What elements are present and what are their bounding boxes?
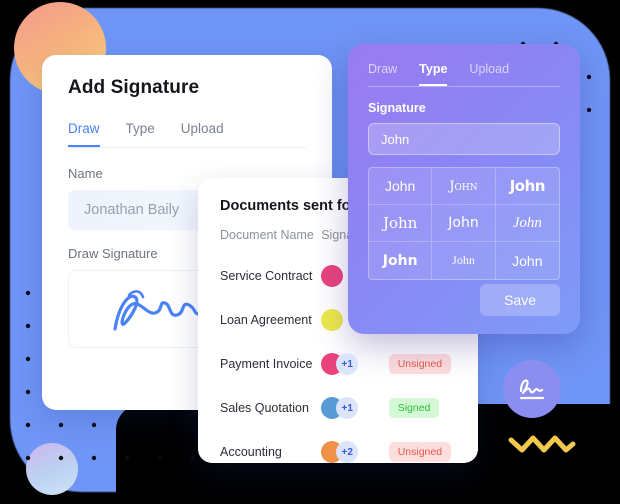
signature-badge [503, 360, 561, 418]
font-option[interactable]: John [495, 205, 559, 242]
document-name: Loan Agreement [220, 313, 312, 327]
decorative-circle-bottom-left [26, 443, 78, 495]
font-options-grid: John John John John John John John John … [368, 167, 560, 280]
avatar-overflow-count: +1 [336, 353, 359, 375]
signatory-avatars: +2 [321, 441, 388, 463]
font-option[interactable]: John [432, 205, 496, 242]
status-badge: Signed [388, 398, 440, 418]
signature-label: Signature [368, 101, 426, 115]
table-row[interactable]: Sales Quotation +1 Signed [220, 386, 456, 430]
avatar-overflow-count: +1 [336, 397, 359, 419]
avatar [321, 309, 344, 331]
font-option[interactable]: John [369, 168, 433, 205]
status-badge: Unsigned [388, 354, 452, 374]
font-option[interactable]: John [432, 168, 496, 205]
signature-icon [519, 379, 545, 400]
panel-tab-type[interactable]: Type [419, 62, 448, 86]
save-button[interactable]: Save [480, 284, 560, 316]
signature-tabs: Draw Type Upload [68, 121, 306, 148]
table-row[interactable]: Payment Invoice +1 Unsigned [220, 342, 456, 386]
zigzag-icon [508, 435, 576, 453]
font-option[interactable]: John [369, 205, 433, 242]
font-option[interactable]: John [369, 242, 433, 279]
tab-upload[interactable]: Upload [181, 121, 224, 147]
page-title: Add Signature [68, 77, 200, 98]
document-name: Sales Quotation [220, 401, 309, 415]
type-panel-tabs: Draw Type Upload [368, 62, 560, 87]
status-badge: Unsigned [388, 442, 452, 462]
document-name: Payment Invoice [220, 357, 313, 371]
signatory-avatars: +1 [321, 397, 388, 419]
document-name: Accounting [220, 445, 282, 459]
panel-tab-upload[interactable]: Upload [469, 62, 509, 86]
signatory-avatars: +1 [321, 353, 388, 375]
table-row[interactable]: Accounting +2 Unsigned [220, 430, 456, 463]
avatar [321, 265, 344, 287]
font-option[interactable]: John [495, 168, 559, 205]
column-document-name: Document Name [220, 228, 314, 242]
tab-draw[interactable]: Draw [68, 121, 100, 147]
screenshot-stage: Add Signature Draw Type Upload Name Jona… [0, 0, 620, 504]
tab-type[interactable]: Type [126, 121, 155, 147]
panel-tab-draw[interactable]: Draw [368, 62, 397, 86]
signature-input[interactable]: John [368, 123, 560, 155]
avatar-overflow-count: +2 [336, 441, 359, 463]
font-option[interactable]: John [432, 242, 496, 279]
font-option[interactable]: John [496, 242, 559, 279]
document-name: Service Contract [220, 269, 313, 283]
type-signature-panel: Draw Type Upload Signature John John Joh… [348, 44, 580, 334]
